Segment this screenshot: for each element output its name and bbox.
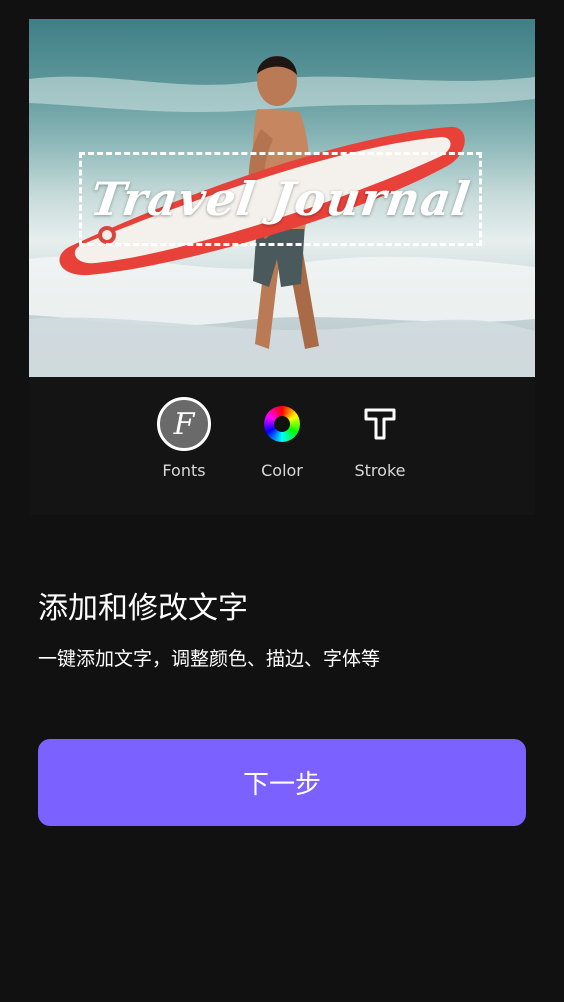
fonts-label: Fonts [162,461,206,480]
photo-preview: Travel Journal [29,19,535,377]
text-style-toolbar: F Fonts Color Stroke [29,377,535,515]
fonts-tool-button[interactable]: F Fonts [139,395,229,480]
stroke-text-icon [364,408,396,440]
fonts-icon-wrap: F [155,395,213,453]
color-wheel-icon [264,406,300,442]
stroke-icon-wrap [351,395,409,453]
overlay-text[interactable]: Travel Journal [72,152,488,246]
feature-title: 添加和修改文字 [38,591,248,626]
stroke-tool-button[interactable]: Stroke [335,395,425,480]
stroke-label: Stroke [354,461,406,480]
color-label: Color [261,461,303,480]
fonts-icon: F [157,397,211,451]
feature-description: 一键添加文字，调整颜色、描边、字体等 [38,648,381,670]
color-tool-button[interactable]: Color [237,395,327,480]
color-icon-wrap [253,395,311,453]
next-step-button[interactable]: 下一步 [38,739,526,826]
